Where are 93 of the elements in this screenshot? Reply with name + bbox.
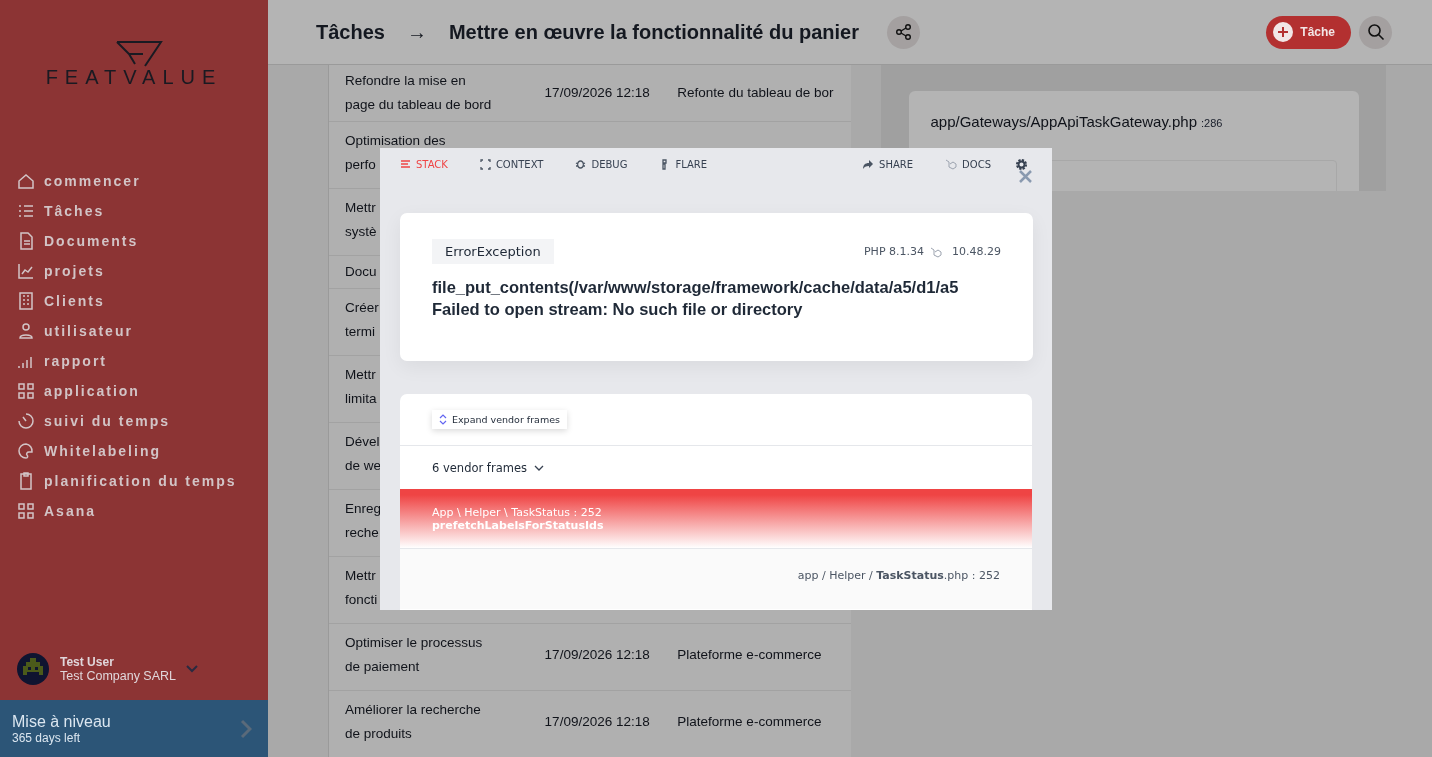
logo-text: FEATVALUE xyxy=(45,66,223,89)
up-down-icon xyxy=(439,414,447,425)
task-project: Plateforme e-commerce xyxy=(677,646,823,664)
task-title: Mettr xyxy=(345,366,376,384)
nav-item[interactable]: Documents xyxy=(16,231,268,251)
chevron-down-icon xyxy=(533,464,544,471)
upgrade-bar[interactable]: Mise à niveau 365 days left xyxy=(0,700,268,757)
days-left: 365 days left xyxy=(12,730,82,745)
task-title: Dével xyxy=(345,433,380,451)
task-title: systè xyxy=(345,223,377,241)
error-tab[interactable]: FLARE xyxy=(659,158,708,170)
task-title: Optimiser le processus xyxy=(345,634,483,652)
list-icon xyxy=(400,158,411,170)
task-date: 17/09/2026 12:18 xyxy=(544,713,651,731)
nav-item[interactable]: Clients xyxy=(16,291,268,311)
plus-icon xyxy=(1272,21,1295,43)
error-tab[interactable]: DEBUG xyxy=(575,158,628,170)
task-title: de we xyxy=(345,457,382,475)
line-number: :286 xyxy=(1201,117,1223,129)
task-title: Refondre la mise en xyxy=(345,72,466,90)
task-title: Optimisation des xyxy=(345,132,446,150)
task-title: Améliorer la recherche xyxy=(345,701,481,719)
task-title: perfo xyxy=(345,156,376,174)
company-name: Test Company SARL xyxy=(60,669,177,683)
chart-icon xyxy=(16,261,36,281)
exception-badge: ErrorException xyxy=(432,239,554,264)
task-title: reche xyxy=(345,524,379,542)
task-title: foncti xyxy=(345,591,378,609)
nav-item[interactable]: utilisateur xyxy=(16,321,268,341)
nav-item[interactable]: planification du temps xyxy=(16,471,268,491)
breadcrumb-arrow: → xyxy=(406,20,427,44)
nav-item[interactable]: projets xyxy=(16,261,268,281)
task-date: 17/09/2026 12:18 xyxy=(544,84,651,102)
avatar-icon xyxy=(16,652,50,686)
share-button[interactable] xyxy=(887,15,920,49)
nav-item[interactable]: application xyxy=(16,381,268,401)
framework-version: 10.48.29 xyxy=(952,245,1001,258)
task-title: Mettr xyxy=(345,199,376,217)
palette-icon xyxy=(16,441,36,461)
nav-item[interactable]: Asana xyxy=(16,501,268,521)
expand-icon xyxy=(479,158,491,170)
grid-icon xyxy=(16,501,36,521)
task-title: de produits xyxy=(345,725,412,743)
search-icon xyxy=(1366,23,1385,41)
task-title: Créer xyxy=(345,299,379,317)
file-path: app/Gateways/AppApiTaskGateway.php xyxy=(930,113,1198,130)
share-arrow-icon xyxy=(862,158,875,170)
grid-icon xyxy=(16,381,36,401)
error-message: Failed to open stream: No such file or directory xyxy=(432,299,804,320)
nav-item[interactable]: commencer xyxy=(16,171,268,191)
clock-icon xyxy=(16,411,36,431)
php-version: PHP 8.1.34 xyxy=(864,245,924,258)
user-name: Test User xyxy=(60,655,115,669)
task-title: Mettr xyxy=(345,567,376,585)
breadcrumb-item: Mettre en œuvre la fonctionnalité du panier xyxy=(448,20,859,44)
user-menu[interactable]: Test User Test Company SARL xyxy=(0,652,268,700)
logo-icon xyxy=(115,40,163,68)
bug-icon xyxy=(575,158,587,170)
search-button[interactable] xyxy=(1359,15,1392,49)
chevron-right-icon xyxy=(240,718,252,739)
vendor-frames-toggle[interactable]: 6 vendor frames xyxy=(432,460,544,475)
error-message: file_put_contents(/var/www/storage/framework/cache/data/a5/d1/a5 xyxy=(432,277,960,298)
building-icon xyxy=(16,291,36,311)
nav-item[interactable]: rapport xyxy=(16,351,268,371)
house-icon xyxy=(16,171,36,191)
chevron-down-icon xyxy=(186,665,199,673)
task-title: limita xyxy=(345,390,377,408)
error-tab[interactable]: CONTEXT xyxy=(479,158,544,170)
user-icon xyxy=(16,321,36,341)
settings-icon[interactable] xyxy=(1015,157,1028,171)
frame-class: App \ Helper \ TaskStatus : 252 xyxy=(432,505,603,519)
task-project: Refonte du tableau de bor xyxy=(677,84,835,102)
error-tab[interactable]: STACK xyxy=(400,158,448,170)
task-title: Enreg xyxy=(345,500,382,518)
upgrade-title: Mise à niveau xyxy=(12,712,112,731)
frame-method: prefetchLabelsForStatusIds xyxy=(432,518,605,532)
task-project: Plateforme e-commerce xyxy=(677,713,823,731)
source-file-path: app / Helper / TaskStatus.php : 252 xyxy=(797,569,1000,584)
task-title: de paiement xyxy=(345,658,420,676)
docs-link[interactable]: DOCS xyxy=(945,158,991,170)
share-link[interactable]: SHARE xyxy=(862,158,914,170)
task-title: page du tableau de bord xyxy=(345,96,492,114)
task-title: Docu xyxy=(345,263,377,281)
share-icon xyxy=(894,23,913,41)
expand-vendor-button[interactable]: Expand vendor frames xyxy=(432,410,567,429)
stack-frame[interactable]: App \ Helper \ TaskStatus : 252 prefetchLabelsForStatusIds xyxy=(400,489,1032,549)
nav-item[interactable]: Tâches xyxy=(16,201,268,221)
new-task-button[interactable]: Tâche xyxy=(1266,15,1351,49)
nav-item[interactable]: Whitelabeling xyxy=(16,441,268,461)
nav-item[interactable]: suivi du temps xyxy=(16,411,268,431)
task-title: termi xyxy=(345,323,375,341)
task-date: 17/09/2026 12:18 xyxy=(544,646,651,664)
breadcrumb-item: Tâches xyxy=(316,20,385,44)
